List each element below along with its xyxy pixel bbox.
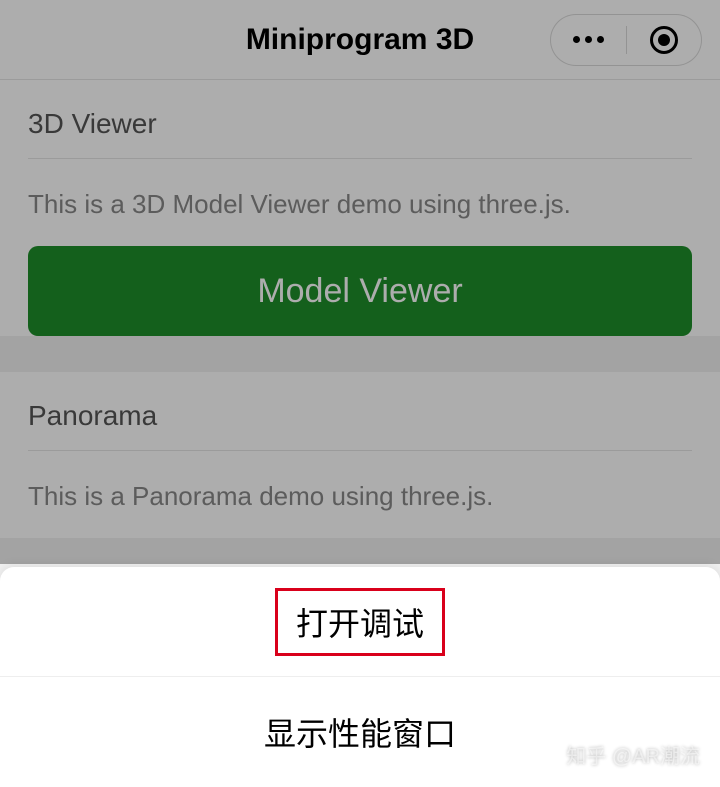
section-3d-viewer: 3D Viewer This is a 3D Model Viewer demo… xyxy=(0,80,720,336)
page-title: Miniprogram 3D xyxy=(246,23,474,57)
section-description: This is a 3D Model Viewer demo using thr… xyxy=(0,159,720,246)
section-panorama: Panorama This is a Panorama demo using t… xyxy=(0,372,720,538)
highlight-box: 打开调试 xyxy=(275,588,445,656)
section-description: This is a Panorama demo using three.js. xyxy=(0,451,720,538)
section-title: Panorama xyxy=(28,372,692,451)
sheet-item-label: 显示性能窗口 xyxy=(264,709,456,755)
sheet-item-open-debug[interactable]: 打开调试 xyxy=(0,567,720,677)
section-title: 3D Viewer xyxy=(28,80,692,159)
navbar: Miniprogram 3D xyxy=(0,0,720,80)
more-icon[interactable] xyxy=(551,36,626,43)
action-sheet: 打开调试 显示性能窗口 xyxy=(0,567,720,787)
sheet-item-show-performance[interactable]: 显示性能窗口 xyxy=(0,677,720,787)
close-button[interactable] xyxy=(627,26,702,54)
model-viewer-button[interactable]: Model Viewer xyxy=(28,246,692,336)
content-area: 3D Viewer This is a 3D Model Viewer demo… xyxy=(0,80,720,538)
capsule-controls xyxy=(550,14,702,66)
target-icon xyxy=(650,26,678,54)
